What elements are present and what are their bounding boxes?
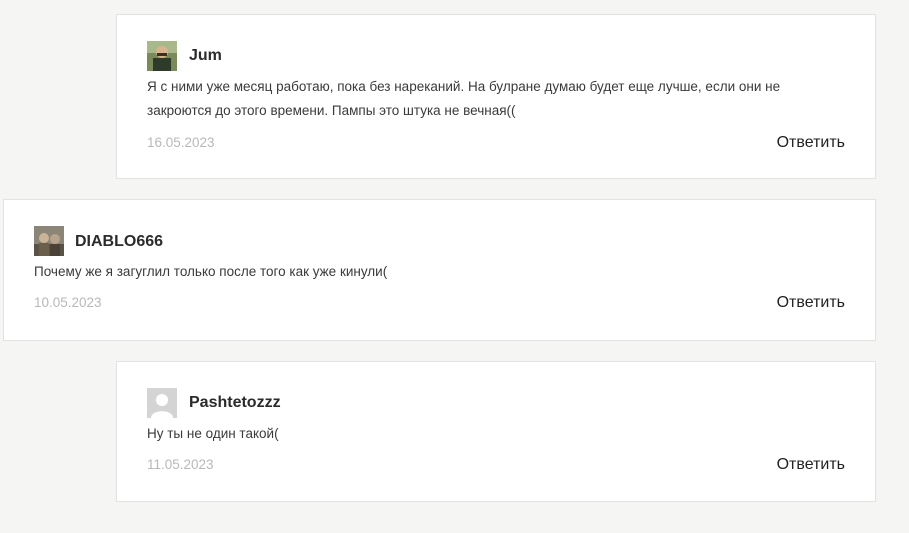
comment-date: 11.05.2023 <box>147 457 214 472</box>
avatar <box>147 388 177 418</box>
reply-button[interactable]: Ответить <box>777 133 845 153</box>
comment-text: Почему же я загуглил только после того к… <box>34 264 388 279</box>
comment-author: Pashtetozzz <box>189 394 281 411</box>
avatar-photo-icon <box>147 41 177 71</box>
comment-text: Я с ними уже месяц работаю, пока без нар… <box>147 79 781 118</box>
comment-card: Jum Я с ними уже месяц работаю, пока без… <box>116 14 876 179</box>
avatar <box>147 41 177 71</box>
avatar-photo-icon <box>34 226 64 256</box>
comment-date: 16.05.2023 <box>147 135 215 150</box>
comment-card: Pashtetozzz Ну ты не один такой( 11.05.2… <box>116 361 876 502</box>
avatar <box>34 226 64 256</box>
comment-author: Jum <box>189 47 222 64</box>
reply-button[interactable]: Ответить <box>777 455 845 475</box>
default-user-icon <box>147 388 177 418</box>
comment-text: Ну ты не один такой( <box>147 426 279 441</box>
comment-author: DIABLO666 <box>75 233 164 250</box>
comment-date: 10.05.2023 <box>34 295 102 310</box>
comment-card: DIABLO666 Почему же я загуглил только по… <box>3 199 876 341</box>
reply-button[interactable]: Ответить <box>777 293 845 313</box>
